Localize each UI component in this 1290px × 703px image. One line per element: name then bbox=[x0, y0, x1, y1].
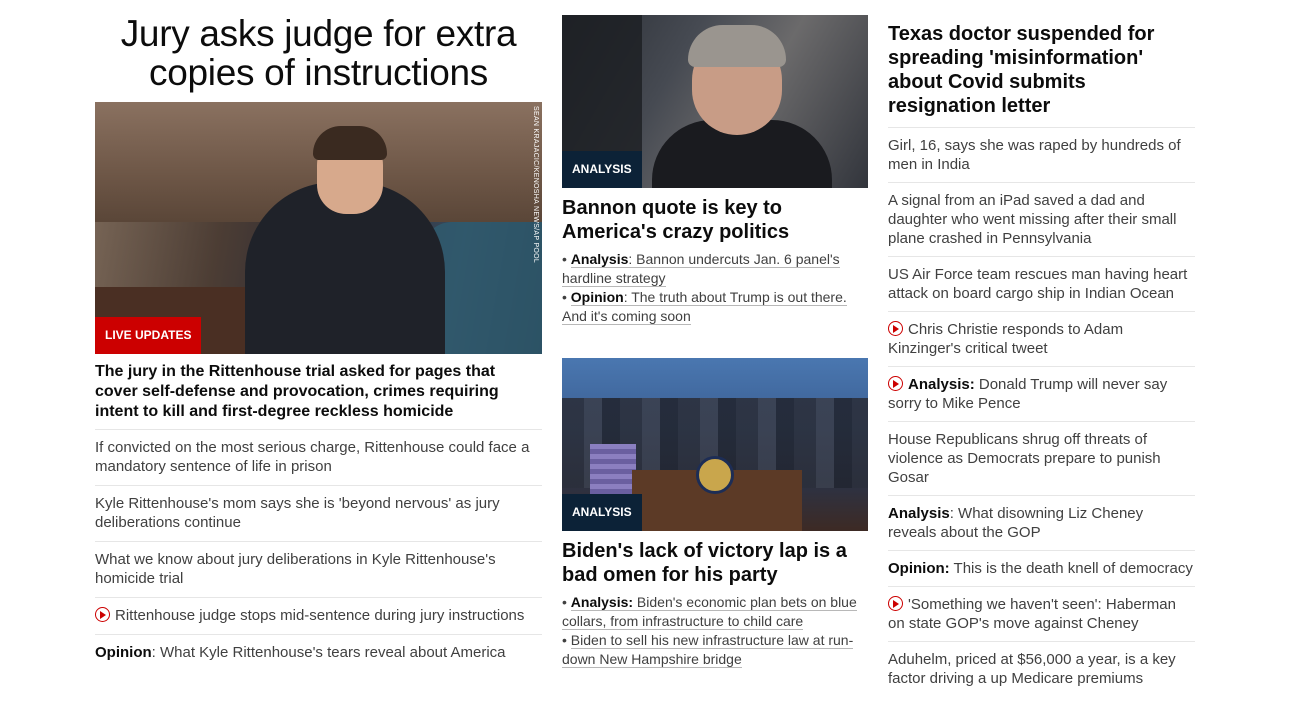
biden-story-title[interactable]: Biden's lack of victory lap is a bad ome… bbox=[562, 539, 868, 587]
biden-story-links: • Analysis: Biden's economic plan bets o… bbox=[562, 594, 857, 668]
bannon-story-photo[interactable]: ANALYSIS bbox=[562, 15, 868, 188]
list-item[interactable]: Aduhelm, priced at $56,000 a year, is a … bbox=[888, 641, 1195, 696]
list-item[interactable]: What we know about jury deliberations in… bbox=[95, 541, 542, 597]
analysis-badge[interactable]: ANALYSIS bbox=[562, 494, 642, 531]
photo-credit: SEAN KRAJACIC/KENOSHA NEWS/AP POOL bbox=[532, 106, 539, 264]
lead-story-photo[interactable]: SEAN KRAJACIC/KENOSHA NEWS/AP POOL LIVE … bbox=[95, 102, 542, 354]
live-updates-badge[interactable]: LIVE UPDATES bbox=[95, 317, 202, 354]
list-item[interactable]: Analysis: What disowning Liz Cheney reve… bbox=[888, 495, 1195, 550]
play-video-icon bbox=[888, 376, 903, 391]
right-stories: Texas doctor suspended for spreading 'mi… bbox=[888, 0, 1195, 696]
related-link[interactable]: Opinion: The truth about Trump is out th… bbox=[562, 289, 847, 325]
lead-subhead[interactable]: The jury in the Rittenhouse trial asked … bbox=[95, 362, 542, 429]
related-link[interactable]: Analysis: Bannon undercuts Jan. 6 panel'… bbox=[562, 251, 840, 287]
list-item[interactable]: US Air Force team rescues man having hea… bbox=[888, 256, 1195, 311]
lead-story: Jury asks judge for extra copies of inst… bbox=[95, 0, 542, 662]
presidential-seal-icon bbox=[696, 456, 734, 494]
bannon-story-title[interactable]: Bannon quote is key to America's crazy p… bbox=[562, 196, 868, 244]
list-item[interactable]: Rittenhouse judge stops mid-sentence dur… bbox=[95, 597, 542, 634]
right-headline-list: Girl, 16, says she was raped by hundreds… bbox=[888, 127, 1195, 696]
lead-related-list: If convicted on the most serious charge,… bbox=[95, 429, 542, 662]
play-video-icon bbox=[95, 607, 110, 622]
analysis-badge[interactable]: ANALYSIS bbox=[562, 151, 642, 188]
list-item[interactable]: A signal from an iPad saved a dad and da… bbox=[888, 182, 1195, 256]
biden-story-photo[interactable]: ANALYSIS bbox=[562, 358, 868, 531]
list-item[interactable]: Girl, 16, says she was raped by hundreds… bbox=[888, 127, 1195, 182]
list-item[interactable]: Opinion: This is the death knell of demo… bbox=[888, 550, 1195, 586]
list-item[interactable]: Chris Christie responds to Adam Kinzinge… bbox=[888, 311, 1195, 366]
list-item[interactable]: If convicted on the most serious charge,… bbox=[95, 429, 542, 485]
related-link[interactable]: Analysis: Biden's economic plan bets on … bbox=[562, 594, 857, 630]
list-item[interactable]: Opinion: What Kyle Rittenhouse's tears r… bbox=[95, 634, 542, 662]
play-video-icon bbox=[888, 321, 903, 336]
list-item[interactable]: Kyle Rittenhouse's mom says she is 'beyo… bbox=[95, 485, 542, 541]
texas-doctor-story-title[interactable]: Texas doctor suspended for spreading 'mi… bbox=[888, 22, 1195, 127]
lead-headline[interactable]: Jury asks judge for extra copies of inst… bbox=[95, 14, 542, 102]
list-item[interactable]: Analysis: Donald Trump will never say so… bbox=[888, 366, 1195, 421]
play-video-icon bbox=[888, 596, 903, 611]
middle-stories: ANALYSIS Bannon quote is key to America'… bbox=[562, 0, 868, 669]
list-item[interactable]: 'Something we haven't seen': Haberman on… bbox=[888, 586, 1195, 641]
list-item[interactable]: House Republicans shrug off threats of v… bbox=[888, 421, 1195, 495]
bannon-story-links: • Analysis: Bannon undercuts Jan. 6 pane… bbox=[562, 251, 847, 325]
related-link[interactable]: Biden to sell his new infrastructure law… bbox=[562, 632, 854, 668]
